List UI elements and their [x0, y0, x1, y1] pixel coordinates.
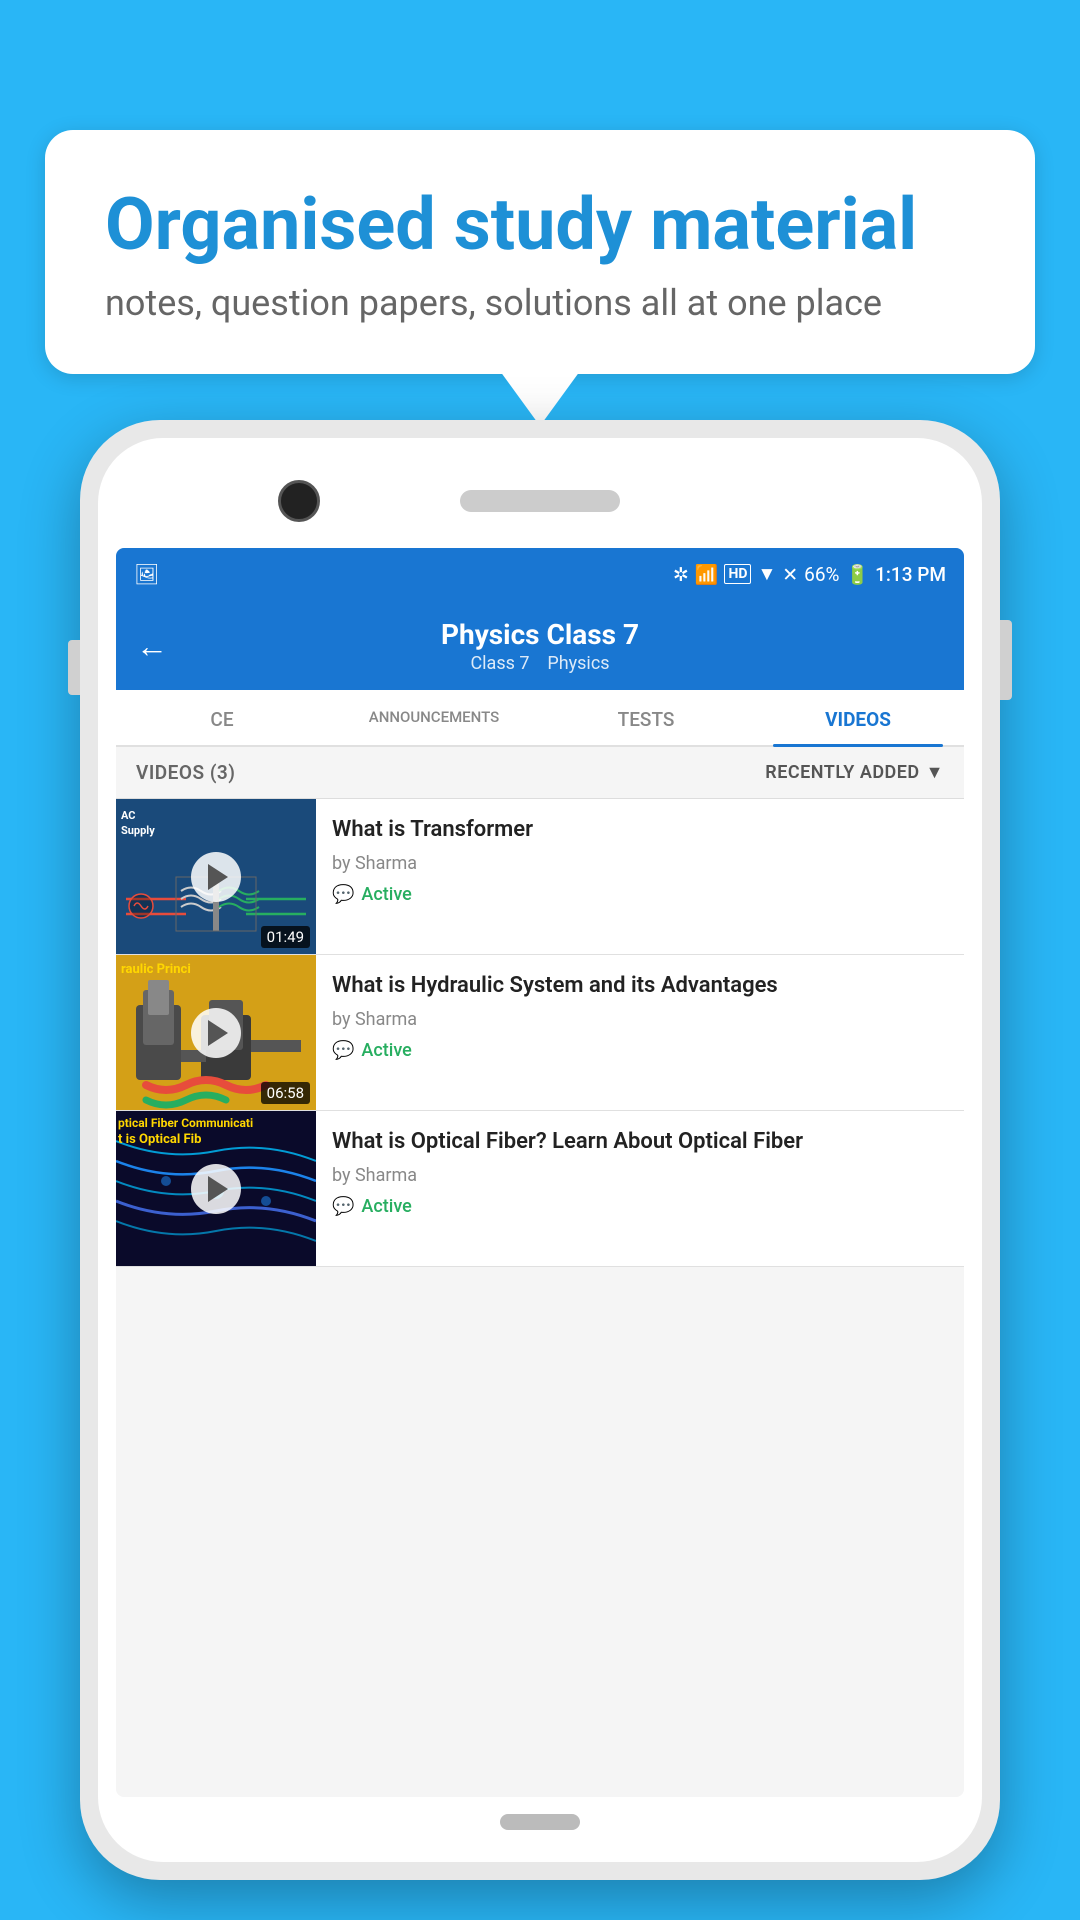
app-bar-title: Physics Class 7 — [186, 618, 894, 651]
video-author-3: by Sharma — [332, 1165, 948, 1186]
video-title-2: What is Hydraulic System and its Advanta… — [332, 971, 948, 1001]
video-item-hydraulic[interactable]: raulic Princi 06:58 What is Hydraulic Sy… — [116, 955, 964, 1111]
video-list: AC Supply 01:49 What is Transfo — [116, 799, 964, 1267]
bubble-title: Organised study material — [105, 185, 975, 264]
sort-dropdown[interactable]: RECENTLY ADDED ▼ — [765, 762, 944, 783]
time-display: 1:13 PM — [875, 563, 946, 586]
status-bar: 🖼 ✲ 📶 HD ▼ ✕ 66% 🔋 1:13 PM — [116, 548, 964, 600]
speech-bubble: Organised study material notes, question… — [45, 130, 1035, 374]
play-overlay-3 — [116, 1111, 316, 1266]
battery-icon: 🔋 — [845, 563, 869, 586]
play-button-2[interactable] — [191, 1008, 241, 1058]
play-icon-3 — [208, 1176, 228, 1202]
chat-icon-2: 💬 — [332, 1040, 354, 1061]
status-left: 🖼 — [134, 562, 159, 586]
video-info-2: What is Hydraulic System and its Advanta… — [316, 955, 964, 1110]
side-button-left — [68, 640, 80, 695]
phone-home-button — [500, 1814, 580, 1830]
sort-chevron-icon: ▼ — [926, 762, 944, 783]
chat-icon-1: 💬 — [332, 884, 354, 905]
sort-label: RECENTLY ADDED — [765, 762, 919, 783]
video-thumbnail-2: raulic Princi 06:58 — [116, 955, 316, 1110]
video-author-2: by Sharma — [332, 1009, 948, 1030]
battery-text: 66% — [804, 563, 839, 586]
video-thumbnail-1: AC Supply 01:49 — [116, 799, 316, 954]
status-right: ✲ 📶 HD ▼ ✕ 66% 🔋 1:13 PM — [673, 562, 946, 586]
duration-badge-1: 01:49 — [261, 926, 310, 948]
phone-mockup: 🖼 ✲ 📶 HD ▼ ✕ 66% 🔋 1:13 PM ← — [80, 420, 1000, 1880]
back-button[interactable]: ← — [136, 627, 168, 665]
video-title-3: What is Optical Fiber? Learn About Optic… — [332, 1127, 948, 1157]
phone-speaker — [460, 490, 620, 512]
tab-bar: CE ANNOUNCEMENTS TESTS VIDEOS — [116, 690, 964, 747]
chat-icon-3: 💬 — [332, 1196, 354, 1217]
hd-badge: HD — [724, 564, 751, 584]
active-badge-3: 💬 Active — [332, 1196, 948, 1217]
bluetooth-icon: ✲ — [673, 563, 689, 586]
video-thumbnail-3: ptical Fiber Communicati t is Optical Fi… — [116, 1111, 316, 1266]
phone-screen: 🖼 ✲ 📶 HD ▼ ✕ 66% 🔋 1:13 PM ← — [116, 548, 964, 1797]
active-label-1: Active — [361, 884, 411, 905]
active-badge-1: 💬 Active — [332, 884, 948, 905]
active-label-2: Active — [361, 1040, 411, 1061]
video-title-1: What is Transformer — [332, 815, 948, 845]
phone-outer: 🖼 ✲ 📶 HD ▼ ✕ 66% 🔋 1:13 PM ← — [80, 420, 1000, 1880]
videos-count-label: VIDEOS (3) — [136, 761, 235, 784]
play-button-3[interactable] — [191, 1164, 241, 1214]
video-info-1: What is Transformer by Sharma 💬 Active — [316, 799, 964, 954]
signal-icon: 📶 — [695, 563, 719, 586]
app-bar-title-block: Physics Class 7 Class 7 Physics — [186, 618, 894, 674]
bubble-subtitle: notes, question papers, solutions all at… — [105, 282, 975, 324]
notification-icon: 🖼 — [134, 562, 159, 586]
active-badge-2: 💬 Active — [332, 1040, 948, 1061]
tab-tests[interactable]: TESTS — [540, 690, 752, 745]
active-label-3: Active — [361, 1196, 411, 1217]
subtitle-class: Class 7 — [470, 653, 529, 674]
video-item-fiber[interactable]: ptical Fiber Communicati t is Optical Fi… — [116, 1111, 964, 1267]
filter-bar: VIDEOS (3) RECENTLY ADDED ▼ — [116, 747, 964, 799]
side-button-right — [1000, 620, 1012, 700]
play-button-1[interactable] — [191, 852, 241, 902]
app-bar: ← Physics Class 7 Class 7 Physics — [116, 600, 964, 690]
tab-videos[interactable]: VIDEOS — [752, 690, 964, 745]
data-icon: ✕ — [782, 563, 798, 586]
phone-camera — [278, 480, 320, 522]
play-icon-1 — [208, 864, 228, 890]
app-bar-subtitle: Class 7 Physics — [186, 653, 894, 674]
play-icon-2 — [208, 1020, 228, 1046]
duration-badge-2: 06:58 — [261, 1082, 310, 1104]
phone-inner: 🖼 ✲ 📶 HD ▼ ✕ 66% 🔋 1:13 PM ← — [98, 438, 982, 1862]
video-info-3: What is Optical Fiber? Learn About Optic… — [316, 1111, 964, 1266]
tab-ce[interactable]: CE — [116, 690, 328, 745]
video-author-1: by Sharma — [332, 853, 948, 874]
wifi-icon: ▼ — [757, 562, 776, 586]
video-item-transformer[interactable]: AC Supply 01:49 What is Transfo — [116, 799, 964, 955]
tab-announcements[interactable]: ANNOUNCEMENTS — [328, 690, 540, 745]
subtitle-subject: Physics — [547, 653, 609, 674]
